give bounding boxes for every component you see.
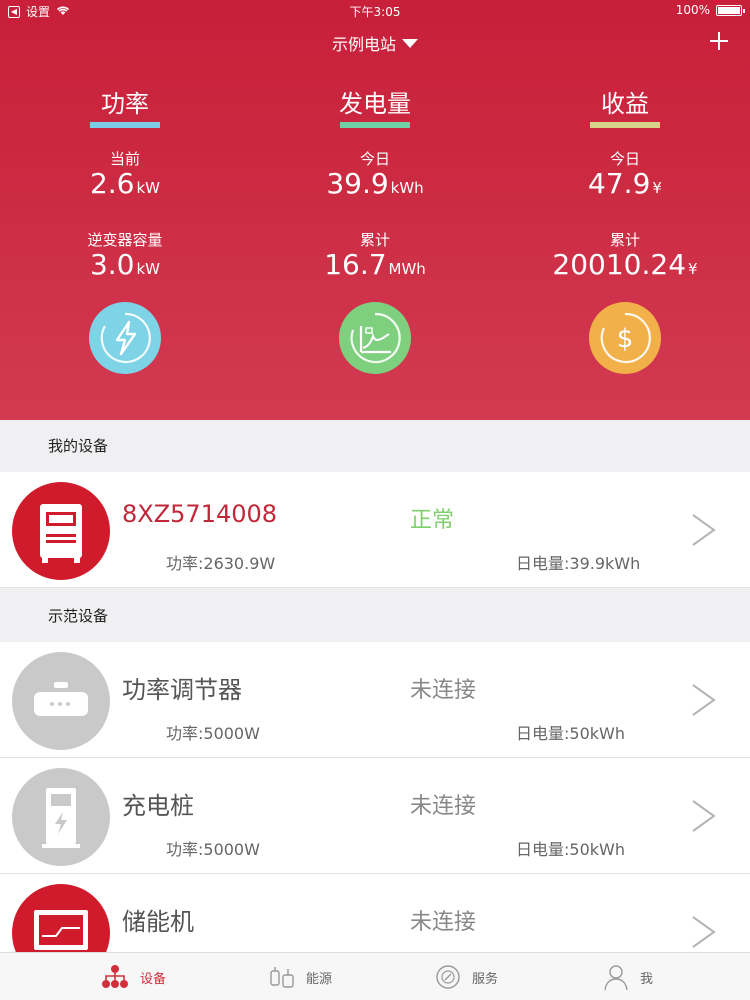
tab-me[interactable]: 我 — [602, 953, 653, 1000]
device-energy: 日电量:50kWh — [516, 724, 625, 743]
device-power: 功率:5000W — [166, 724, 260, 743]
energy-column: 发电量 今日 39.9 kWh 累计 16.7 MWh — [250, 64, 500, 374]
device-status: 未连接 — [410, 910, 477, 935]
device-status: 未连接 — [410, 794, 477, 819]
device-power: 功率:2630.9W — [166, 554, 276, 573]
device-name: 功率调节器 — [122, 676, 242, 704]
revenue-column: 收益 今日 47.9 ¥ 累计 20010.24 ¥ $ — [500, 64, 750, 374]
station-title: 示例电站 — [331, 35, 396, 54]
chevron-right-icon — [692, 916, 716, 948]
stat-number: 20010.24 — [552, 248, 687, 281]
device-name: 充电桩 — [122, 792, 194, 820]
add-station-button[interactable] — [706, 28, 732, 54]
router-icon — [12, 652, 110, 750]
battery-icon — [716, 4, 745, 16]
tab-bar: 设备 能源 服务 我 — [0, 952, 750, 1000]
tab-label: 设备 — [140, 971, 167, 987]
inverter-icon — [12, 482, 110, 580]
dollar-icon[interactable]: $ — [589, 302, 661, 374]
stat-value: 39.9 kWh — [250, 169, 500, 203]
device-row[interactable]: 功率调节器 未连接 功率:5000W 日电量:50kWh — [0, 642, 750, 758]
stat-label: 今日 — [609, 150, 640, 168]
device-status: 正常 — [410, 508, 455, 533]
stat-unit: kW — [136, 260, 161, 278]
device-energy: 日电量:39.9kWh — [516, 554, 641, 573]
stat-unit: kWh — [390, 179, 424, 197]
stat-number: 16.7 — [324, 248, 387, 281]
device-row[interactable]: 充电桩 未连接 功率:5000W 日电量:50kWh — [0, 758, 750, 874]
tab-service[interactable]: 服务 — [434, 953, 498, 1000]
nav-bar: 示例电站 — [0, 22, 750, 64]
device-name: 8XZ5714008 — [122, 500, 278, 528]
stat-value: 20010.24 ¥ — [500, 250, 750, 284]
column-underline — [590, 122, 660, 128]
clock: 下午3:05 — [349, 5, 401, 19]
tab-label: 能源 — [306, 971, 333, 987]
charger-icon — [12, 768, 110, 866]
battery-percent: 100% — [675, 3, 710, 17]
summary-header: ◀ 设置 下午3:05 100% 示例电站 功率 当前 2.6 kW 逆变器容量 … — [0, 0, 750, 420]
stat-label: 累计 — [609, 231, 640, 249]
status-bar: ◀ 设置 下午3:05 100% — [0, 0, 750, 22]
section-header-demo-devices: 示范设备 — [0, 590, 750, 642]
device-power: 功率:5000W — [166, 840, 260, 859]
section-header-my-devices: 我的设备 — [0, 420, 750, 472]
station-selector[interactable]: 示例电站 — [0, 31, 750, 55]
stat-unit: ¥ — [688, 260, 698, 278]
power-column: 功率 当前 2.6 kW 逆变器容量 3.0 kW — [0, 64, 250, 374]
devices-icon — [102, 965, 128, 988]
caret-down-icon — [402, 39, 418, 48]
stat-label: 当前 — [109, 150, 140, 168]
service-icon — [436, 965, 460, 989]
chart-icon[interactable] — [339, 302, 411, 374]
stat-value: 3.0 kW — [0, 250, 250, 284]
tab-label: 我 — [640, 971, 654, 987]
device-energy: 日电量:50kWh — [516, 840, 625, 859]
stat-value: 2.6 kW — [0, 169, 250, 203]
device-row[interactable]: 8XZ5714008 正常 功率:2630.9W 日电量:39.9kWh — [0, 472, 750, 588]
chevron-right-icon — [692, 800, 716, 832]
column-underline — [90, 122, 160, 128]
stat-number: 47.9 — [588, 167, 651, 200]
column-title[interactable]: 收益 — [500, 84, 750, 118]
stat-label: 今日 — [359, 150, 390, 168]
lightning-icon[interactable] — [89, 302, 161, 374]
stat-unit: kW — [136, 179, 161, 197]
chevron-right-icon — [692, 684, 716, 716]
stat-number: 3.0 — [89, 248, 135, 281]
stat-unit: MWh — [388, 260, 426, 278]
stat-value: 47.9 ¥ — [500, 169, 750, 203]
energy-icon — [270, 967, 294, 988]
stat-number: 2.6 — [89, 167, 135, 200]
tab-devices[interactable]: 设备 — [100, 953, 166, 1000]
svg-text:$: $ — [617, 324, 634, 354]
stat-number: 39.9 — [326, 167, 389, 200]
device-name: 储能机 — [122, 908, 194, 936]
tab-label: 服务 — [472, 971, 499, 987]
chevron-right-icon — [692, 514, 716, 546]
stat-unit: ¥ — [652, 179, 662, 197]
device-status: 未连接 — [410, 678, 477, 703]
tab-energy[interactable]: 能源 — [268, 953, 332, 1000]
column-underline — [340, 122, 410, 128]
person-icon — [604, 965, 628, 991]
column-title[interactable]: 功率 — [0, 84, 250, 118]
column-title[interactable]: 发电量 — [250, 84, 500, 118]
stat-label: 累计 — [359, 231, 390, 249]
stat-value: 16.7 MWh — [250, 250, 500, 284]
stat-label: 逆变器容量 — [87, 231, 163, 249]
